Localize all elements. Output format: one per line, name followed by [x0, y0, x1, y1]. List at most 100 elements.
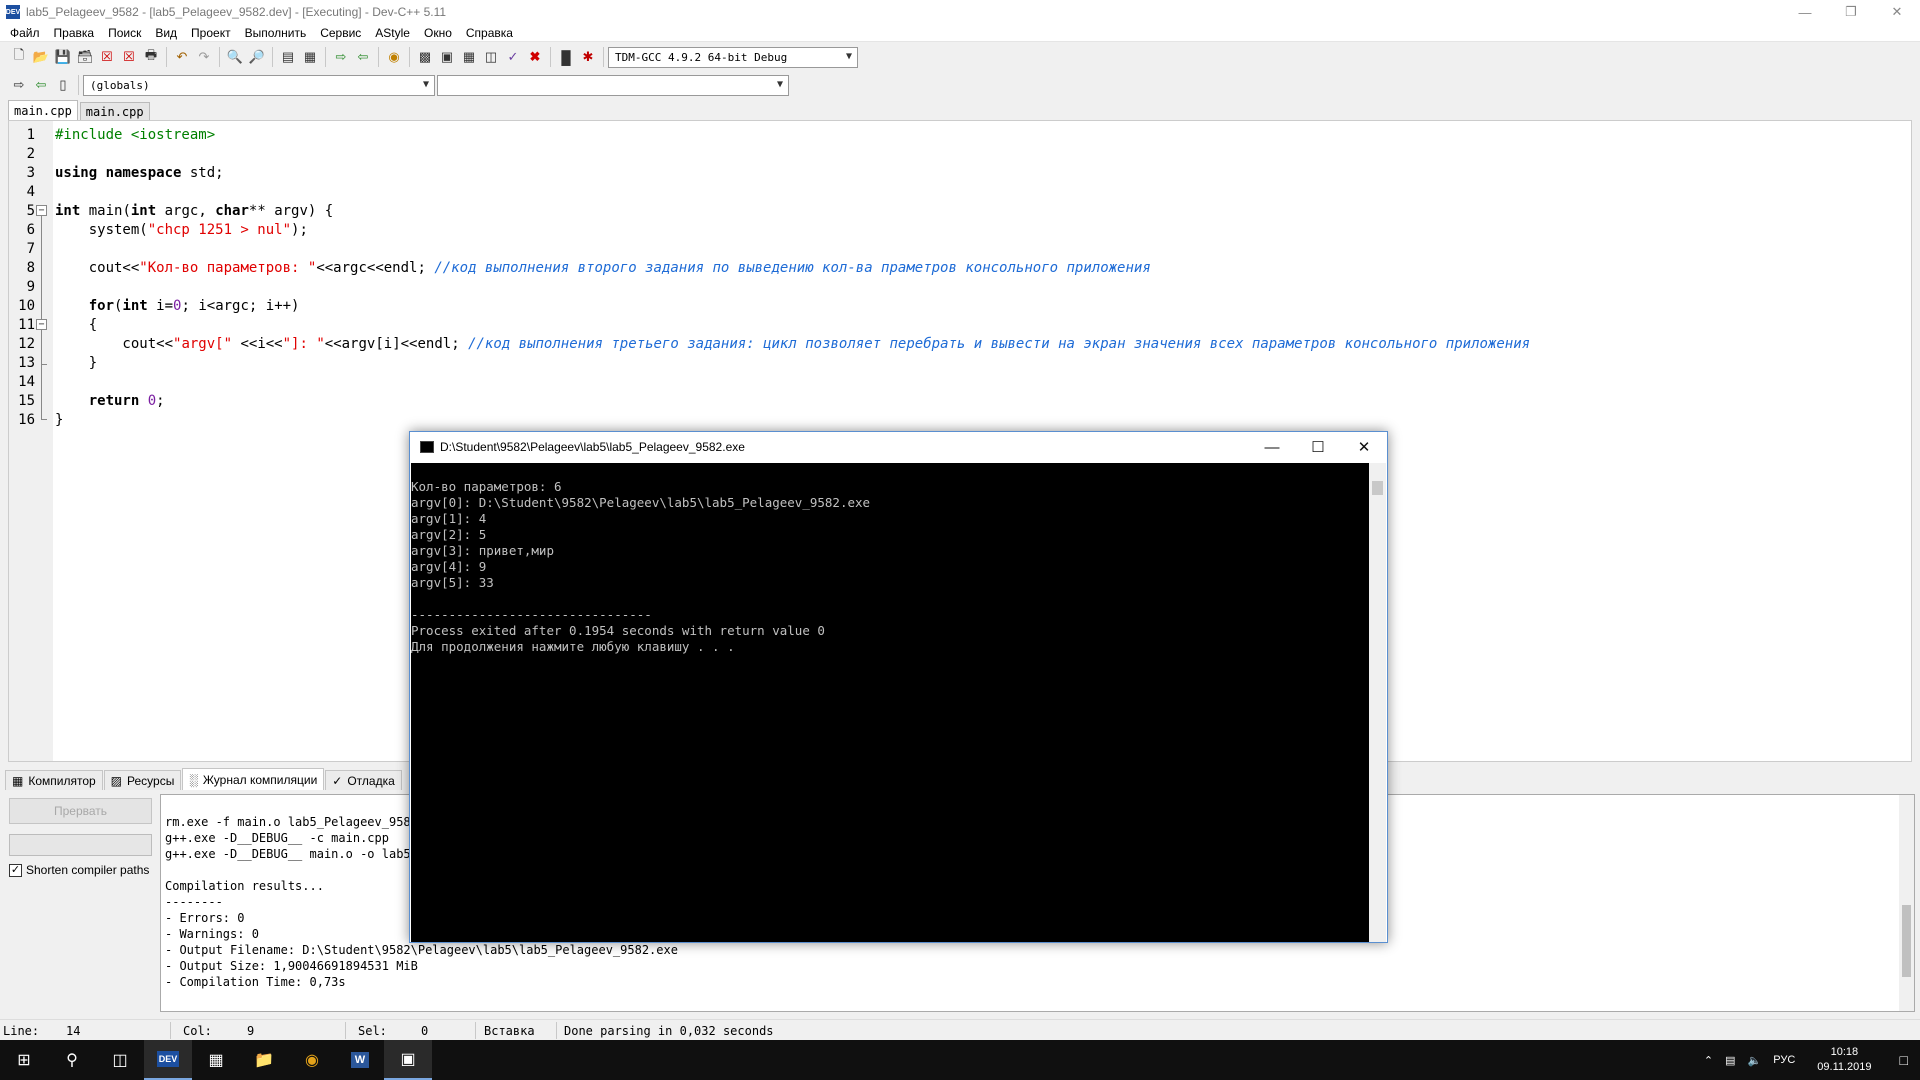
menu-search[interactable]: Поиск [101, 24, 148, 42]
menu-edit[interactable]: Правка [47, 24, 102, 42]
profile-chart-icon[interactable]: █ [555, 46, 577, 68]
function-select[interactable]: ▼ [437, 74, 789, 96]
task-view-icon[interactable]: ◫ [96, 1040, 144, 1080]
goto-line-icon[interactable]: ▤ [277, 46, 299, 68]
toggle-bookmark-icon[interactable]: ⇦ [30, 74, 52, 96]
tab-debug[interactable]: ✓ Отладка [325, 770, 402, 790]
word-icon[interactable]: W [336, 1040, 384, 1080]
scrollbar-thumb[interactable] [1372, 481, 1383, 495]
search-icon[interactable]: ⚲ [48, 1040, 96, 1080]
code-line: cout<<"Кол-во параметров: "<<argc<<endl;… [55, 259, 1151, 278]
chevron-up-icon[interactable]: ⌃ [1698, 1054, 1719, 1067]
toggle-comment-icon[interactable]: ◉ [383, 46, 405, 68]
menu-tools[interactable]: Сервис [313, 24, 368, 42]
compiler-select-value: TDM-GCC 4.9.2 64-bit Debug [615, 50, 788, 64]
compile-run-icon[interactable]: ▦ [458, 46, 480, 68]
compile-icon[interactable]: ▩ [414, 46, 436, 68]
debug-icon[interactable]: ✱ [577, 46, 599, 68]
close-all-icon[interactable]: ☒ [118, 46, 140, 68]
console-line: -------------------------------- [411, 607, 652, 622]
code-token: argc, [156, 203, 216, 219]
status-sel-value: 0 [421, 1024, 429, 1038]
stop-execution-icon[interactable]: ✖ [524, 46, 546, 68]
menu-file[interactable]: Файл [3, 24, 47, 42]
print-icon[interactable]: 🖶 [140, 46, 162, 68]
console-window[interactable]: D:\Student\9582\Pelageev\lab5\lab5_Pelag… [409, 431, 1388, 943]
code-line: } [55, 411, 63, 430]
menu-view[interactable]: Вид [148, 24, 184, 42]
windows-start-icon[interactable]: ⊞ [0, 1040, 48, 1080]
chrome-icon[interactable]: ◉ [288, 1040, 336, 1080]
minimize-icon[interactable]: — [1249, 432, 1295, 462]
indent-icon[interactable]: ⇨ [330, 46, 352, 68]
devcpp-taskbar-icon[interactable]: DEV [144, 1040, 192, 1080]
goto-bookmark-icon[interactable]: ▯ [52, 74, 74, 96]
calculator-icon[interactable]: ▦ [192, 1040, 240, 1080]
tab-resources[interactable]: ▨ Ресурсы [103, 770, 182, 790]
replace-icon[interactable]: 🔎 [246, 46, 268, 68]
menu-window[interactable]: Окно [417, 24, 459, 42]
menu-astyle[interactable]: AStyle [368, 24, 417, 42]
restore-icon[interactable]: ❐ [1828, 0, 1874, 24]
maximize-icon[interactable]: ☐ [1295, 432, 1341, 462]
fold-guide [41, 419, 47, 420]
fold-toggle-icon[interactable]: − [36, 205, 47, 216]
tab-main-cpp[interactable]: main.cpp [8, 100, 78, 120]
console-scrollbar[interactable] [1369, 463, 1386, 942]
console-line: argv[5]: 33 [411, 575, 494, 590]
bookmark-icon[interactable]: ▦ [299, 46, 321, 68]
tab-compile-log[interactable]: ░ Журнал компиляции [182, 768, 325, 790]
scrollbar-thumb[interactable] [1902, 905, 1911, 977]
unindent-icon[interactable]: ⇦ [352, 46, 374, 68]
clock-date: 09.11.2019 [1817, 1061, 1872, 1073]
clock-time: 10:18 [1830, 1046, 1859, 1058]
menu-help[interactable]: Справка [459, 24, 520, 42]
menu-project[interactable]: Проект [184, 24, 238, 42]
shorten-paths-checkbox[interactable]: ✓ Shorten compiler paths [9, 863, 149, 877]
undo-icon[interactable]: ↶ [171, 46, 193, 68]
notifications-icon[interactable]: □ [1888, 1052, 1920, 1068]
console-line: argv[1]: 4 [411, 511, 487, 526]
code-comment: //код выполнения третьего задания: цикл … [468, 336, 1531, 352]
rebuild-icon[interactable]: ◫ [480, 46, 502, 68]
console-title-bar[interactable]: D:\Student\9582\Pelageev\lab5\lab5_Pelag… [410, 432, 1387, 462]
insert-icon[interactable]: ⇨ [8, 74, 30, 96]
open-file-icon[interactable]: 📂 [30, 46, 52, 68]
tab-compiler[interactable]: ▦ Компилятор [5, 770, 103, 790]
tab-main-cpp-2[interactable]: main.cpp [79, 102, 150, 120]
console-taskbar-icon[interactable]: ▣ [384, 1040, 432, 1080]
line-number: 15 [18, 393, 35, 409]
code-token: int [122, 298, 148, 314]
console-output[interactable]: Кол-во параметров: 6 argv[0]: D:\Student\… [411, 463, 1369, 942]
close-icon[interactable]: ✕ [1341, 432, 1387, 462]
abort-button[interactable]: Прервать [9, 798, 152, 824]
window-controls: — ❐ ✕ [1782, 0, 1920, 24]
menu-execute[interactable]: Выполнить [238, 24, 314, 42]
run-icon[interactable]: ▣ [436, 46, 458, 68]
code-token: int [55, 203, 81, 219]
redo-icon[interactable]: ↷ [193, 46, 215, 68]
log-scrollbar[interactable] [1899, 795, 1914, 1011]
minimize-icon[interactable]: — [1782, 0, 1828, 24]
new-file-icon[interactable]: 🗋 [8, 46, 30, 68]
file-explorer-icon[interactable]: 📁 [240, 1040, 288, 1080]
line-number: 11 [18, 317, 35, 333]
clock[interactable]: 10:18 09.11.2019 [1801, 1045, 1887, 1075]
language-indicator[interactable]: РУС [1767, 1054, 1801, 1066]
scope-select[interactable]: (globals) ▼ [83, 74, 435, 96]
fold-guide [41, 216, 42, 419]
close-icon[interactable]: ✕ [1874, 0, 1920, 24]
save-all-icon[interactable]: 🗃 [74, 46, 96, 68]
fold-toggle-icon[interactable]: − [36, 319, 47, 330]
volume-icon[interactable]: 🔈 [1742, 1054, 1768, 1067]
find-icon[interactable]: 🔍 [224, 46, 246, 68]
syntax-check-icon[interactable]: ✓ [502, 46, 524, 68]
close-file-icon[interactable]: ☒ [96, 46, 118, 68]
code-token: 0 [147, 393, 157, 409]
toolbar-separator [550, 47, 551, 67]
console-line: argv[0]: D:\Student\9582\Pelageev\lab5\l… [411, 495, 871, 510]
compiler-select[interactable]: TDM-GCC 4.9.2 64-bit Debug ▼ [608, 46, 858, 68]
line-number: 1 [26, 127, 35, 143]
network-icon[interactable]: ▤ [1719, 1054, 1741, 1067]
save-icon[interactable]: 💾 [52, 46, 74, 68]
